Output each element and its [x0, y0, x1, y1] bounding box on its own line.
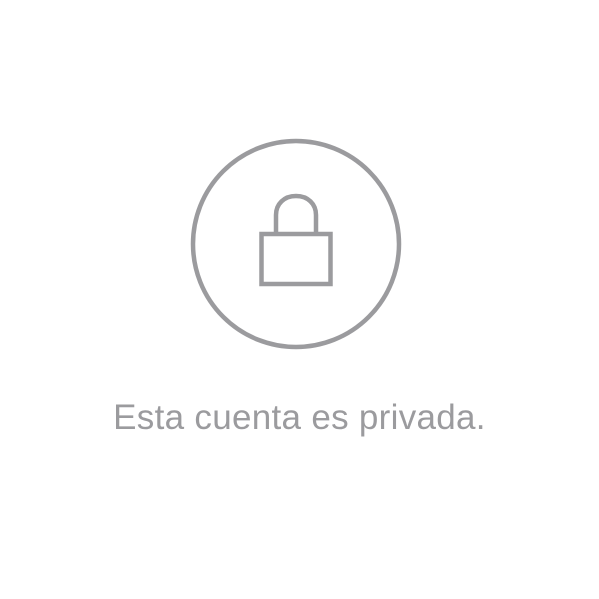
- lock-circle-icon: [190, 138, 402, 350]
- lock-shackle: [273, 193, 319, 234]
- private-account-screen: Esta cuenta es privada.: [0, 0, 599, 599]
- private-account-message: Esta cuenta es privada.: [113, 398, 486, 437]
- lock-badge: [190, 138, 402, 350]
- lock-icon: [259, 193, 333, 287]
- lock-body: [259, 231, 333, 287]
- circle-outline: [190, 138, 402, 350]
